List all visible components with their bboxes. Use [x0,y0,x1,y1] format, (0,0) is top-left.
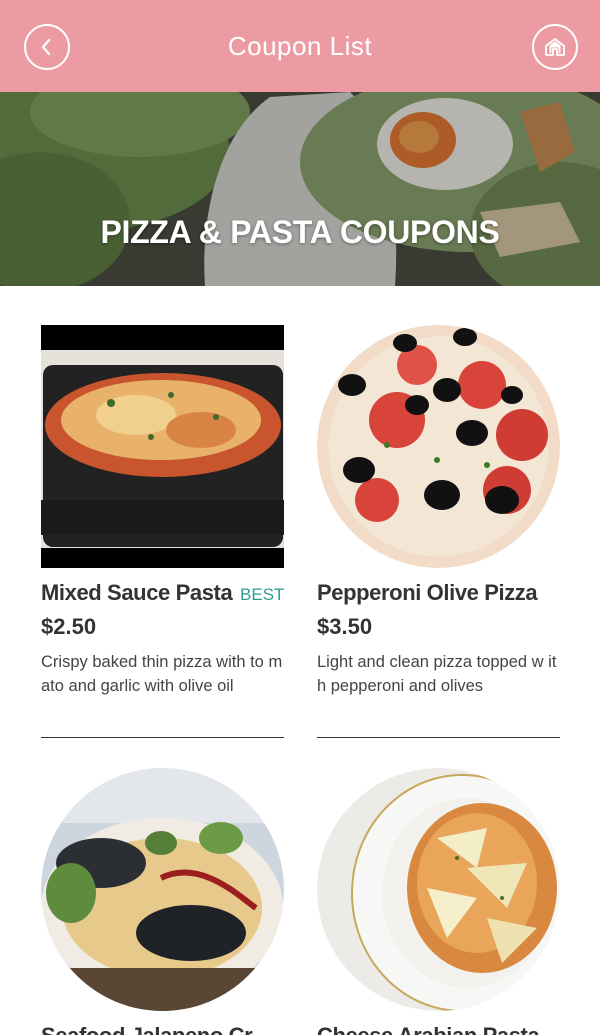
coupon-image [41,325,284,568]
page-title: Coupon List [227,30,373,61]
coupon-name: Seafood Jalapeno Cr... [41,1023,284,1035]
home-icon [545,38,565,56]
back-button[interactable] [24,24,70,70]
divider [41,737,284,738]
hero-title: PIZZA & PASTA COUPONS [100,214,500,250]
top-bar: Coupon List [0,0,600,92]
coupon-name: Mixed Sauce Pasta BEST [41,580,285,605]
hero-banner: PIZZA & PASTA COUPONS [0,92,600,286]
hero-food-image [0,92,600,286]
best-badge: BEST [240,585,285,604]
chevron-left-icon [41,38,51,56]
coupon-price: $2.50 [41,614,97,639]
divider [317,737,560,738]
coupon-description: Crispy baked thin pizza with to mato and… [41,653,283,695]
coupon-image [41,768,284,1011]
coupon-image [317,325,560,568]
coupon-name: Cheese Arabian Pasta [317,1023,540,1035]
coupon-name: Pepperoni Olive Pizza [317,580,538,605]
coupon-price: $3.50 [317,614,373,639]
coupon-description: Light and clean pizza topped w ith peppe… [317,653,557,695]
home-button[interactable] [532,24,578,70]
coupon-image [317,768,560,1011]
